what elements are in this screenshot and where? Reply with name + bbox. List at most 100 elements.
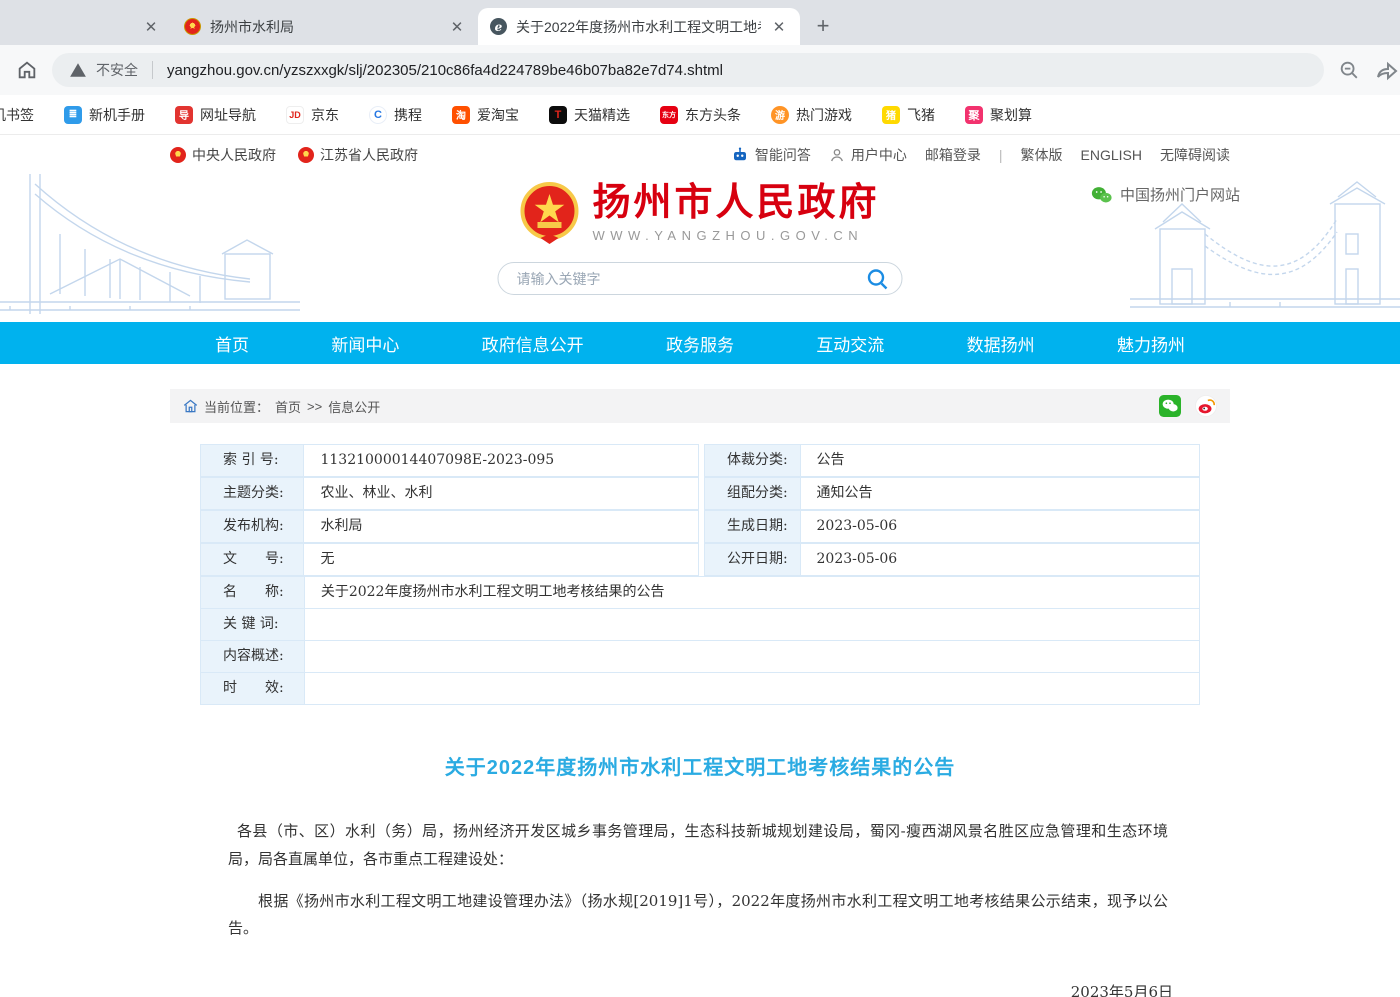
url-text[interactable]: yangzhou.gov.cn/yzszxxgk/slj/202305/210c… xyxy=(167,62,723,79)
meta-value: 公告 xyxy=(800,444,1201,477)
gov-e-icon: e xyxy=(490,18,507,35)
article: 关于2022年度扬州市水利工程文明工地考核结果的公告 各县（市、区）水利（务）局… xyxy=(170,751,1230,997)
search-input[interactable] xyxy=(517,271,866,287)
meta-value: 农业、林业、水利 xyxy=(303,477,699,510)
article-date: 2023年5月6日 xyxy=(170,981,1230,997)
nav-news[interactable]: 新闻中心 xyxy=(331,331,399,356)
close-icon[interactable]: ✕ xyxy=(142,18,160,36)
bookmark-label: 天猫精选 xyxy=(574,105,630,125)
meta-value: 通知公告 xyxy=(800,477,1201,510)
site-utility-bar: ★ 中央人民政府 ★ 江苏省人民政府 智能问答 xyxy=(0,135,1400,174)
meta-value: 2023-05-06 xyxy=(800,543,1201,576)
separator: | xyxy=(999,147,1003,163)
bookmark-item[interactable]: 机书签 xyxy=(0,105,34,125)
tab-title: 关于2022年度扬州市水利工程文明工地考 xyxy=(516,17,761,37)
emblem-icon: ★ xyxy=(298,147,314,163)
bookmark-item[interactable]: C 携程 xyxy=(369,105,422,125)
meta-value: 关于2022年度扬州市水利工程文明工地考核结果的公告 xyxy=(304,576,1200,609)
breadcrumb: 当前位置： 首页 >> 信息公开 xyxy=(170,389,1230,423)
emblem-icon: ★ xyxy=(184,18,201,35)
site-logo[interactable]: 扬州市人民政府 WWW.YANGZHOU.GOV.CN xyxy=(520,182,879,244)
site-banner: 扬州市人民政府 WWW.YANGZHOU.GOV.CN 中国扬州门户网站 xyxy=(0,174,1400,322)
bookmark-label: 携程 xyxy=(394,105,422,125)
user-icon xyxy=(829,147,845,163)
meta-value xyxy=(304,672,1200,705)
tab-partial[interactable]: ✕ xyxy=(0,8,172,45)
weibo-share-icon[interactable] xyxy=(1195,395,1217,417)
bookmark-item[interactable]: 猪 飞猪 xyxy=(882,105,935,125)
bookmark-item[interactable]: 游 热门游戏 xyxy=(771,105,852,125)
wechat-share-icon[interactable] xyxy=(1159,395,1181,417)
home-icon xyxy=(183,399,198,413)
english-link[interactable]: ENGLISH xyxy=(1081,147,1142,163)
nav-interaction[interactable]: 互动交流 xyxy=(816,331,884,356)
taobao-icon: 淘 xyxy=(452,106,470,124)
bookmark-item[interactable]: 东方 东方头条 xyxy=(660,105,741,125)
tab-active-announcement[interactable]: e 关于2022年度扬州市水利工程文明工地考 ✕ xyxy=(478,8,800,45)
url-bar[interactable]: 不安全 yangzhou.gov.cn/yzszxxgk/slj/202305/… xyxy=(52,53,1324,87)
new-tab-button[interactable]: + xyxy=(808,11,838,41)
meta-label: 体裁分类: xyxy=(704,444,801,477)
game-icon: 游 xyxy=(771,106,789,124)
share-icon[interactable] xyxy=(1374,57,1400,83)
traditional-link[interactable]: 繁体版 xyxy=(1021,145,1063,165)
smart-qa-label: 智能问答 xyxy=(755,145,811,165)
meta-value: 水利局 xyxy=(303,510,699,543)
link-jiangsu-government[interactable]: ★ 江苏省人民政府 xyxy=(298,145,418,165)
meta-row: 主题分类: 农业、林业、水利 组配分类: 通知公告 xyxy=(200,478,1200,511)
nav-home[interactable]: 首页 xyxy=(215,331,249,356)
bookmark-item[interactable]: T 天猫精选 xyxy=(549,105,630,125)
meta-value xyxy=(304,640,1200,673)
wechat-icon xyxy=(1091,186,1112,204)
user-center-label: 用户中心 xyxy=(851,145,907,165)
nav-data[interactable]: 数据扬州 xyxy=(967,331,1035,356)
portal-link[interactable]: 中国扬州门户网站 xyxy=(1091,184,1240,205)
nav-charm[interactable]: 魅力扬州 xyxy=(1117,331,1185,356)
bookmark-item[interactable]: 聚 聚划算 xyxy=(965,105,1032,125)
manual-icon: ≣ xyxy=(64,106,82,124)
user-center-link[interactable]: 用户中心 xyxy=(829,145,907,165)
meta-value: 2023-05-06 xyxy=(800,510,1201,543)
breadcrumb-home-link[interactable]: 首页 xyxy=(275,397,301,416)
meta-row: 内容概述: xyxy=(200,641,1200,673)
bookmark-label: 热门游戏 xyxy=(796,105,852,125)
bookmark-label: 爱淘宝 xyxy=(477,105,519,125)
meta-label: 内容概述: xyxy=(200,640,305,673)
search-icon[interactable] xyxy=(866,267,890,291)
home-icon[interactable] xyxy=(14,57,40,83)
portal-label: 中国扬州门户网站 xyxy=(1120,184,1240,205)
bookmark-label: 飞猪 xyxy=(907,105,935,125)
close-icon[interactable]: ✕ xyxy=(770,18,788,36)
bookmark-item[interactable]: JD 京东 xyxy=(286,105,339,125)
meta-value: 无 xyxy=(303,543,699,576)
zoom-out-icon[interactable] xyxy=(1336,57,1362,83)
tab-shuiliju[interactable]: ★ 扬州市水利局 ✕ xyxy=(172,8,478,45)
smart-qa-link[interactable]: 智能问答 xyxy=(731,145,811,165)
close-icon[interactable]: ✕ xyxy=(448,18,466,36)
nav-services[interactable]: 政务服务 xyxy=(666,331,734,356)
page-main: 当前位置： 首页 >> 信息公开 xyxy=(0,389,1400,997)
warning-icon[interactable] xyxy=(68,57,88,83)
tab-title: 扬州市水利局 xyxy=(210,17,439,37)
juhuasuan-icon: 聚 xyxy=(965,106,983,124)
meta-label: 文 号: xyxy=(200,543,304,576)
bookmark-item[interactable]: 导 网址导航 xyxy=(175,105,256,125)
search-bar[interactable] xyxy=(498,262,903,295)
breadcrumb-prefix: 当前位置： xyxy=(204,397,269,416)
divider xyxy=(152,61,153,79)
mail-login-link[interactable]: 邮箱登录 xyxy=(925,145,981,165)
meta-row: 时 效: xyxy=(200,673,1200,705)
bookmark-item[interactable]: 淘 爱淘宝 xyxy=(452,105,519,125)
breadcrumb-current-link[interactable]: 信息公开 xyxy=(328,397,380,416)
emblem-icon: ★ xyxy=(170,147,186,163)
bookmark-label: 新机手册 xyxy=(89,105,145,125)
breadcrumb-separator: >> xyxy=(307,399,322,414)
document-meta-table: 索 引 号: 11321000014407098E-2023-095 体裁分类:… xyxy=(200,445,1200,705)
meta-row: 名 称: 关于2022年度扬州市水利工程文明工地考核结果的公告 xyxy=(200,577,1200,609)
article-paragraph: 各县（市、区）水利（务）局，扬州经济开发区城乡事务管理局，生态科技新城规划建设局… xyxy=(228,818,1168,874)
link-central-government[interactable]: ★ 中央人民政府 xyxy=(170,145,276,165)
browser-toolbar: 不安全 yangzhou.gov.cn/yzszxxgk/slj/202305/… xyxy=(0,45,1400,95)
bookmark-item[interactable]: ≣ 新机手册 xyxy=(64,105,145,125)
nav-info-disclosure[interactable]: 政府信息公开 xyxy=(482,331,584,356)
accessible-link[interactable]: 无障碍阅读 xyxy=(1160,145,1230,165)
